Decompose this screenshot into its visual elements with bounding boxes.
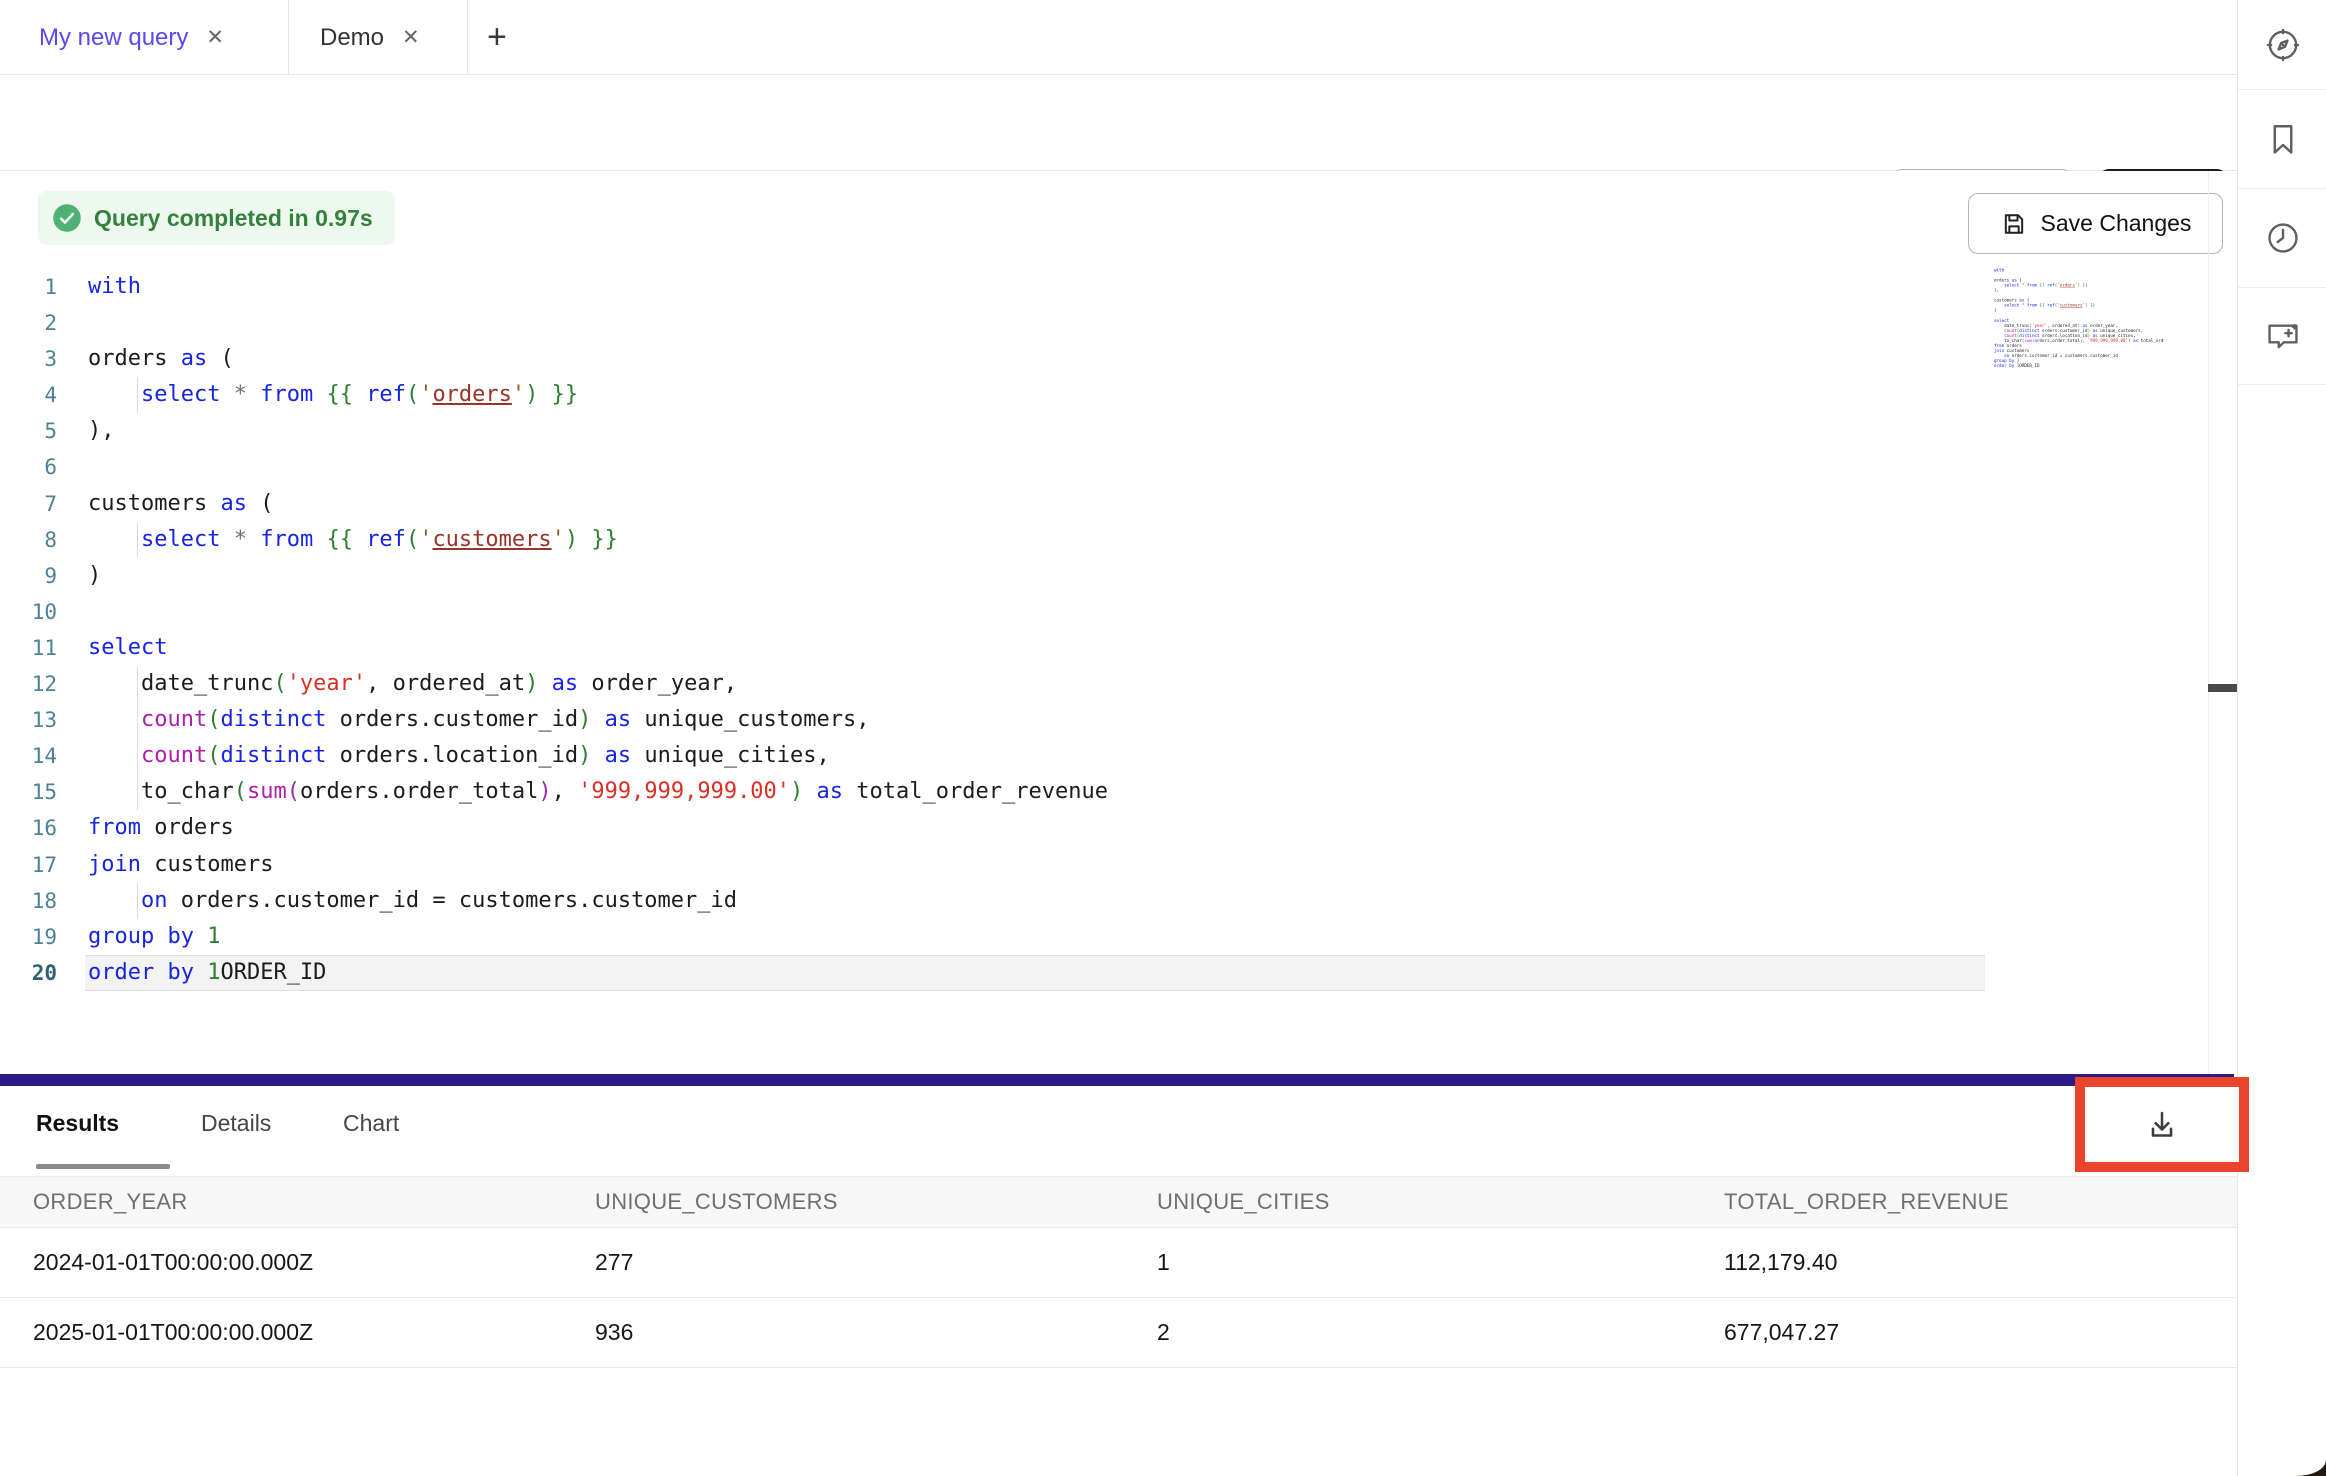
close-icon[interactable]: ✕ xyxy=(402,25,420,50)
code-line[interactable]: 16from orders xyxy=(0,810,2210,846)
code-line[interactable]: 13 count(distinct orders.customer_id) as… xyxy=(0,702,2210,738)
tab-separator xyxy=(288,0,289,75)
column-header: UNIQUE_CUSTOMERS xyxy=(595,1189,1157,1215)
download-button[interactable] xyxy=(2144,1107,2180,1143)
code-line[interactable]: 7customers as ( xyxy=(0,486,2210,522)
clock-icon xyxy=(2264,219,2302,257)
save-changes-button[interactable]: Save Changes xyxy=(1968,193,2223,254)
code-line[interactable]: 20order by 1ORDER_ID xyxy=(0,955,2210,991)
table-cell: 2 xyxy=(1157,1319,1724,1346)
save-label: Save Changes xyxy=(2041,210,2192,237)
code-line[interactable]: 6 xyxy=(0,449,2210,485)
file-tab-demo[interactable]: Demo ✕ xyxy=(320,0,420,75)
code-line[interactable]: 11select xyxy=(0,630,2210,666)
ai-assistant-button[interactable] xyxy=(2238,288,2326,385)
code-line[interactable]: 8 select * from {{ ref('customers') }} xyxy=(0,522,2210,558)
column-header: UNIQUE_CITIES xyxy=(1157,1189,1724,1215)
file-tab-label: My new query xyxy=(39,24,188,52)
close-icon[interactable]: ✕ xyxy=(206,25,224,50)
column-header: ORDER_YEAR xyxy=(33,1189,595,1215)
code-line[interactable]: 17join customers xyxy=(0,847,2210,883)
code-line[interactable]: 12 date_trunc('year', ordered_at) as ord… xyxy=(0,666,2210,702)
tab-results[interactable]: Results xyxy=(36,1110,119,1137)
file-tab-bar: My new query ✕ Demo ✕ + xyxy=(0,0,2237,75)
right-toolbar-rail xyxy=(2237,0,2326,1476)
status-text: Query completed in 0.97s xyxy=(94,205,373,232)
code-line[interactable]: 9) xyxy=(0,558,2210,594)
results-panel: Results Details Chart ORDER_YEARUNIQUE_C… xyxy=(0,1086,2326,1476)
table-cell: 1 xyxy=(1157,1249,1724,1276)
code-lines[interactable]: 1with23orders as (4 select * from {{ ref… xyxy=(0,269,2210,991)
history-rail-button[interactable] xyxy=(2238,189,2326,288)
bookmark-button[interactable] xyxy=(2238,90,2326,189)
add-tab-button[interactable]: + xyxy=(487,0,507,75)
code-line[interactable]: 18 on orders.customer_id = customers.cus… xyxy=(0,883,2210,919)
editor-right-separator xyxy=(2208,171,2209,1074)
code-line[interactable]: 10 xyxy=(0,594,2210,630)
table-cell: 277 xyxy=(595,1249,1157,1276)
code-line[interactable]: 14 count(distinct orders.location_id) as… xyxy=(0,738,2210,774)
code-line[interactable]: 2 xyxy=(0,305,2210,341)
table-cell: 677,047.27 xyxy=(1724,1319,2252,1346)
check-circle-icon xyxy=(52,203,82,233)
code-line[interactable]: 5), xyxy=(0,413,2210,449)
table-cell: 2024-01-01T00:00:00.000Z xyxy=(33,1249,595,1276)
results-table-header: ORDER_YEARUNIQUE_CUSTOMERSUNIQUE_CITIEST… xyxy=(0,1176,2252,1228)
app-window: My new query ✕ Demo ✕ + MS Your query xyxy=(0,0,2326,1476)
code-line[interactable]: 4 select * from {{ ref('orders') }} xyxy=(0,377,2210,413)
status-badge: Query completed in 0.97s xyxy=(38,191,395,245)
query-header: MS Your query xyxy=(0,75,2237,171)
bookmark-icon xyxy=(2265,121,2301,157)
file-tab-my-new-query[interactable]: My new query ✕ xyxy=(39,0,224,75)
sql-editor[interactable]: Query completed in 0.97s Save Changes wi… xyxy=(0,171,2237,1074)
table-cell: 2025-01-01T00:00:00.000Z xyxy=(33,1319,595,1346)
table-row: 2025-01-01T00:00:00.000Z9362677,047.27 xyxy=(0,1298,2252,1368)
panel-resize-divider[interactable] xyxy=(0,1074,2234,1086)
column-header: TOTAL_ORDER_REVENUE xyxy=(1724,1189,2252,1215)
compass-icon xyxy=(2264,26,2302,64)
table-cell: 936 xyxy=(595,1319,1157,1346)
tab-chart[interactable]: Chart xyxy=(343,1110,399,1137)
code-line[interactable]: 1with xyxy=(0,269,2210,305)
code-line[interactable]: 19group by 1 xyxy=(0,919,2210,955)
table-row: 2024-01-01T00:00:00.000Z2771112,179.40 xyxy=(0,1228,2252,1298)
explore-button[interactable] xyxy=(2238,0,2326,90)
active-tab-underline xyxy=(36,1164,170,1169)
table-cell: 112,179.40 xyxy=(1724,1249,2252,1276)
tab-separator xyxy=(467,0,468,75)
code-line[interactable]: 3orders as ( xyxy=(0,341,2210,377)
file-tab-label: Demo xyxy=(320,24,384,52)
annotation-highlight-box xyxy=(2075,1077,2249,1172)
tab-details[interactable]: Details xyxy=(201,1110,271,1137)
screen-corner xyxy=(2282,1460,2326,1476)
save-icon xyxy=(2000,210,2028,238)
chat-sparkles-icon xyxy=(2264,317,2302,355)
scrollbar-thumb[interactable] xyxy=(2208,684,2237,692)
code-line[interactable]: 15 to_char(sum(orders.order_total), '999… xyxy=(0,774,2210,810)
